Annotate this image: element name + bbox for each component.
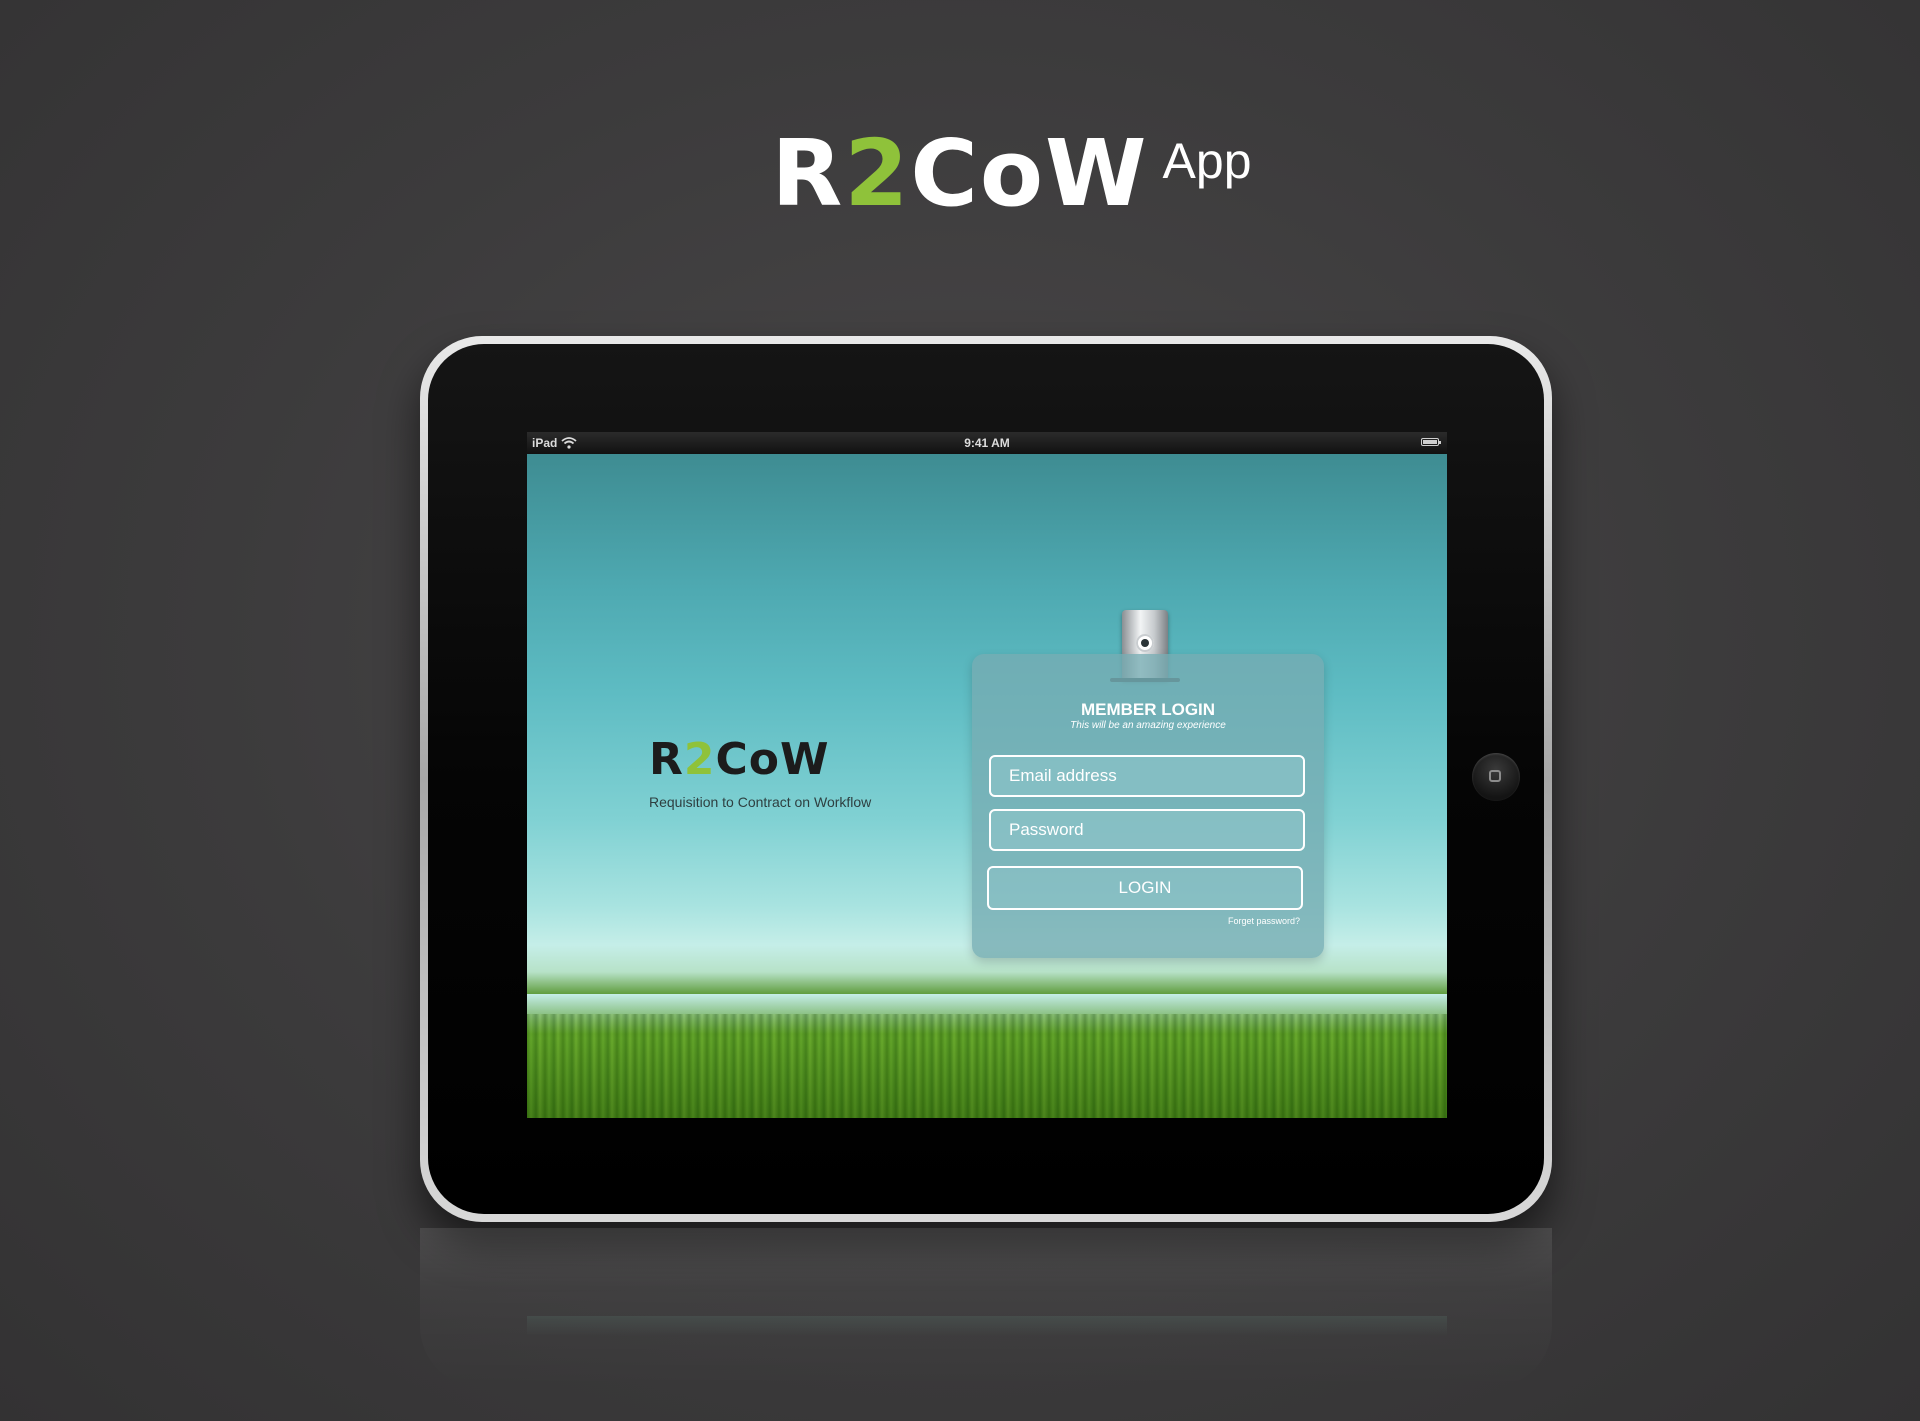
brand-wordmark: R2CoW	[771, 120, 1148, 227]
clip-hole	[1136, 634, 1154, 652]
screen-tagline: Requisition to Contract on Workflow	[649, 794, 872, 810]
grass-image	[527, 1014, 1447, 1118]
screen-logo: R2CoW Requisition to Contract on Workflo…	[649, 738, 872, 811]
tablet-reflection	[420, 1228, 1552, 1388]
brand-header: R2CoW App	[0, 128, 1920, 220]
login-card: MEMBER LOGIN This will be an amazing exp…	[972, 654, 1324, 958]
status-bar: iPad 9:41 AM	[527, 432, 1447, 454]
login-button[interactable]: LOGIN	[987, 866, 1303, 910]
login-subtitle: This will be an amazing experience	[1070, 720, 1226, 731]
screen-reflection	[527, 1316, 1447, 1336]
email-field[interactable]: Email address	[989, 755, 1305, 797]
login-title: MEMBER LOGIN	[1080, 700, 1216, 719]
battery-icon	[1421, 438, 1441, 446]
screen-wordmark-accent: 2	[683, 734, 716, 785]
password-field[interactable]: Password	[989, 809, 1305, 851]
brand-wordmark-accent: 2	[844, 120, 911, 227]
page: R2CoW App iPad 9:41 AM R2CoW Requisition…	[0, 0, 1920, 1421]
home-square-icon	[1489, 770, 1501, 782]
home-button-icon[interactable]	[1472, 753, 1520, 801]
brand-wordmark-end: CoW	[910, 120, 1149, 227]
screen-wordmark: R2CoW	[649, 738, 871, 782]
forgot-password-link[interactable]: Forget password?	[1228, 916, 1300, 926]
wallpaper: R2CoW Requisition to Contract on Workflo…	[527, 454, 1447, 1118]
screen-wordmark-end: CoW	[715, 734, 830, 785]
brand-logo: R2CoW App	[771, 128, 1251, 220]
brand-wordmark-start: R	[771, 120, 845, 227]
status-time: 9:41 AM	[964, 436, 1010, 450]
tablet-screen: iPad 9:41 AM R2CoW Requisition to Contra…	[527, 432, 1447, 1118]
screen-wordmark-start: R	[649, 734, 684, 785]
brand-suffix: App	[1162, 133, 1252, 189]
